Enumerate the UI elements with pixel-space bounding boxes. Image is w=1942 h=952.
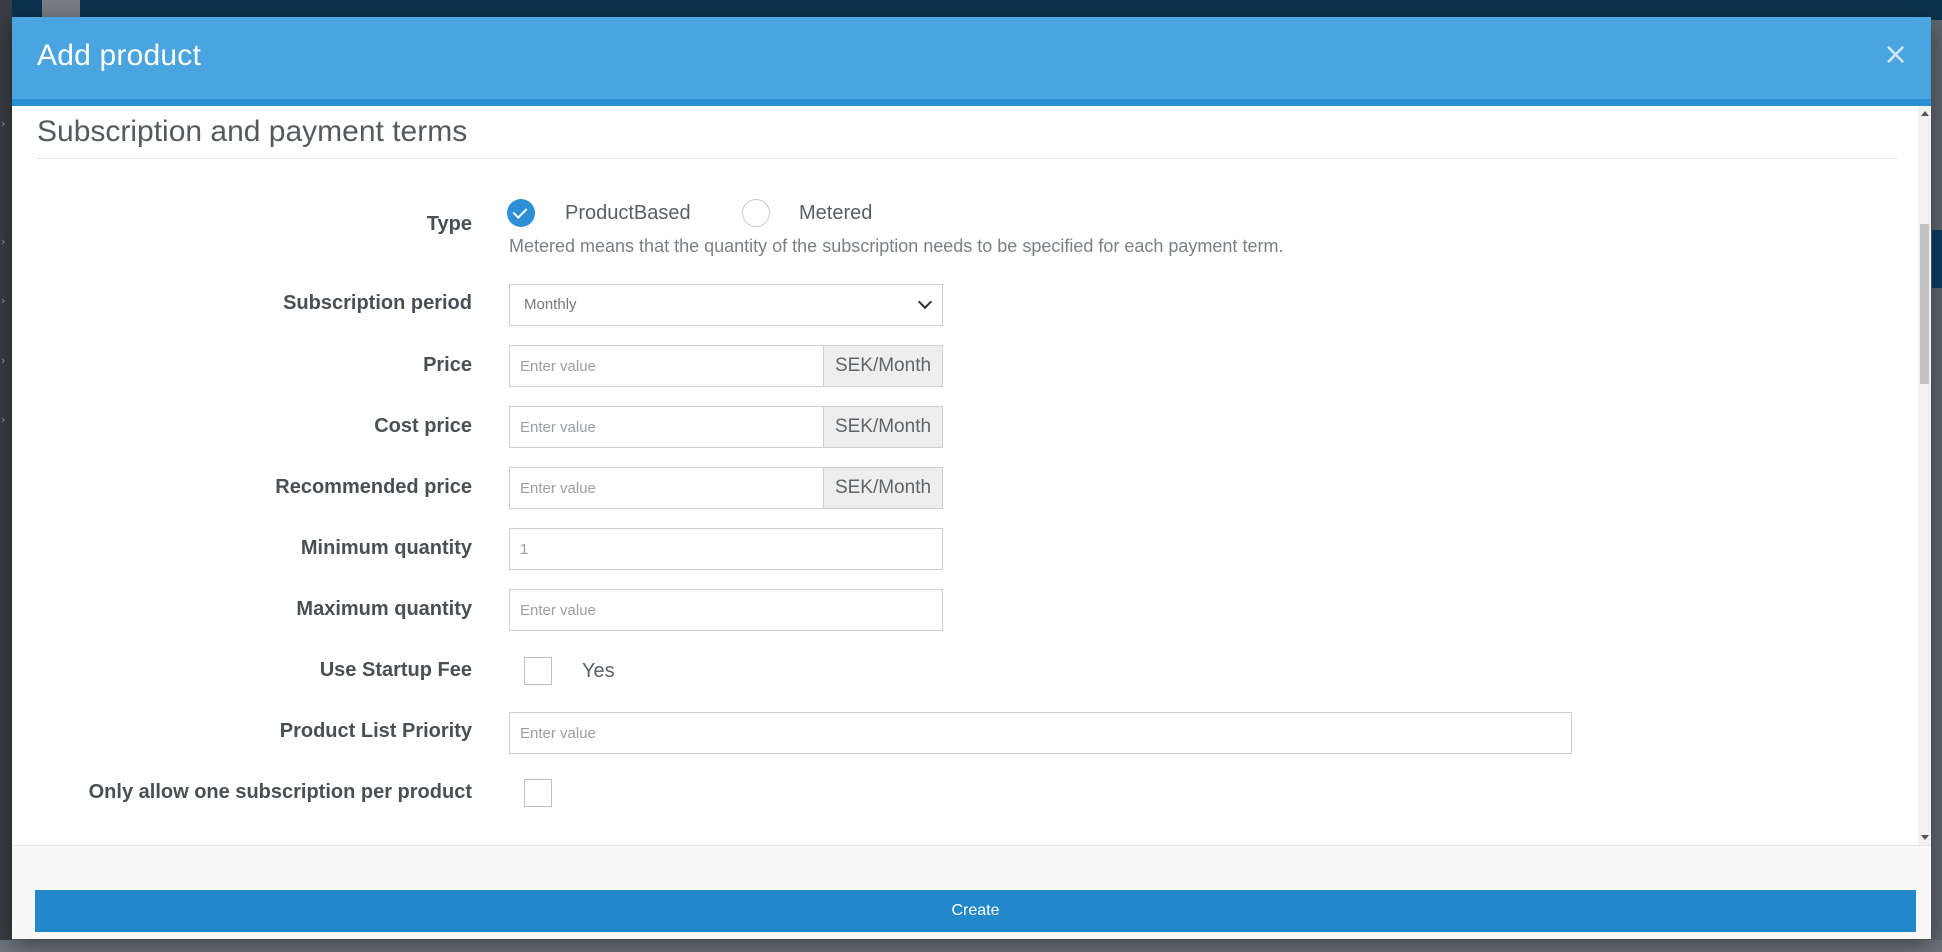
modal-title: Add product bbox=[37, 39, 201, 72]
chevron-right-icon: › bbox=[1, 117, 6, 130]
subscription-period-select[interactable]: Monthly bbox=[509, 284, 943, 326]
cost-price-label: Cost price bbox=[374, 415, 472, 437]
subscription-period-label: Subscription period bbox=[283, 292, 472, 314]
modal-footer: Create bbox=[12, 845, 1931, 939]
radio-productbased[interactable] bbox=[507, 199, 535, 227]
section-divider bbox=[37, 158, 1897, 159]
radio-metered[interactable] bbox=[742, 199, 770, 227]
chevron-down-icon bbox=[917, 294, 933, 310]
type-label: Type bbox=[426, 213, 472, 235]
chevron-right-icon: › bbox=[1, 354, 6, 367]
add-product-modal: Add product × Subscription and payment t… bbox=[12, 17, 1931, 939]
radio-metered-label[interactable]: Metered bbox=[799, 202, 872, 225]
scroll-up-icon[interactable] bbox=[1921, 111, 1929, 116]
type-help-text: Metered means that the quantity of the s… bbox=[509, 236, 1284, 256]
chevron-right-icon: › bbox=[1, 413, 6, 426]
scroll-thumb[interactable] bbox=[1920, 224, 1929, 384]
create-button[interactable]: Create bbox=[35, 890, 1916, 932]
one-subscription-checkbox[interactable] bbox=[524, 779, 552, 807]
recommended-price-label: Recommended price bbox=[275, 476, 472, 498]
maximum-quantity-label: Maximum quantity bbox=[296, 598, 472, 620]
recommended-price-unit: SEK/Month bbox=[823, 468, 942, 508]
background-sidebar bbox=[0, 0, 12, 952]
price-input[interactable] bbox=[510, 346, 823, 386]
one-subscription-label: Only allow one subscription per product bbox=[88, 781, 472, 803]
subscription-period-value: Monthly bbox=[524, 296, 577, 313]
chevron-right-icon: › bbox=[1, 235, 6, 248]
scroll-down-icon[interactable] bbox=[1921, 835, 1929, 840]
startup-fee-checkbox-label[interactable]: Yes bbox=[582, 660, 615, 683]
cost-price-unit: SEK/Month bbox=[823, 407, 942, 447]
startup-fee-checkbox[interactable] bbox=[524, 657, 552, 685]
modal-scrollbar[interactable] bbox=[1918, 106, 1931, 845]
product-list-priority-input[interactable] bbox=[509, 712, 1572, 754]
cost-price-input-group: SEK/Month bbox=[509, 406, 943, 448]
startup-fee-label: Use Startup Fee bbox=[319, 659, 472, 681]
product-list-priority-label: Product List Priority bbox=[279, 720, 472, 742]
price-input-group: SEK/Month bbox=[509, 345, 943, 387]
section-title: Subscription and payment terms bbox=[37, 115, 468, 148]
radio-productbased-label[interactable]: ProductBased bbox=[565, 202, 691, 225]
background-footer bbox=[0, 940, 1942, 952]
maximum-quantity-input[interactable] bbox=[509, 589, 943, 631]
modal-body[interactable]: Subscription and payment terms Type Prod… bbox=[12, 106, 1918, 845]
recommended-price-input-group: SEK/Month bbox=[509, 467, 943, 509]
cost-price-input[interactable] bbox=[510, 407, 823, 447]
price-unit: SEK/Month bbox=[823, 346, 942, 386]
background-panel bbox=[1932, 230, 1942, 288]
recommended-price-input[interactable] bbox=[510, 468, 823, 508]
minimum-quantity-label: Minimum quantity bbox=[300, 537, 472, 559]
modal-header: Add product × bbox=[12, 17, 1931, 106]
close-icon[interactable]: × bbox=[1883, 40, 1908, 70]
price-label: Price bbox=[423, 354, 472, 376]
minimum-quantity-input[interactable] bbox=[509, 528, 943, 570]
chevron-right-icon: › bbox=[1, 294, 6, 307]
